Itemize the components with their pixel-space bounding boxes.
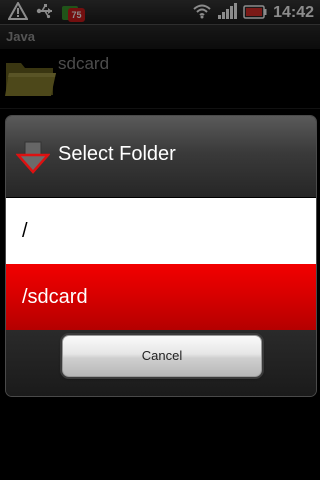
cancel-button[interactable]: Cancel [62, 335, 262, 377]
dialog-button-bar: Cancel [6, 330, 316, 396]
folder-option-root[interactable]: / [6, 198, 316, 264]
folder-down-arrow-icon [15, 141, 51, 179]
dialog-title: Select Folder [58, 143, 176, 165]
folder-option-label: /sdcard [22, 286, 88, 308]
folder-option-label: / [22, 220, 28, 242]
select-folder-dialog: Select Folder / /sdcard Cancel [5, 115, 317, 397]
folder-option-sdcard[interactable]: /sdcard [6, 264, 316, 330]
dialog-header: Select Folder [6, 116, 316, 198]
